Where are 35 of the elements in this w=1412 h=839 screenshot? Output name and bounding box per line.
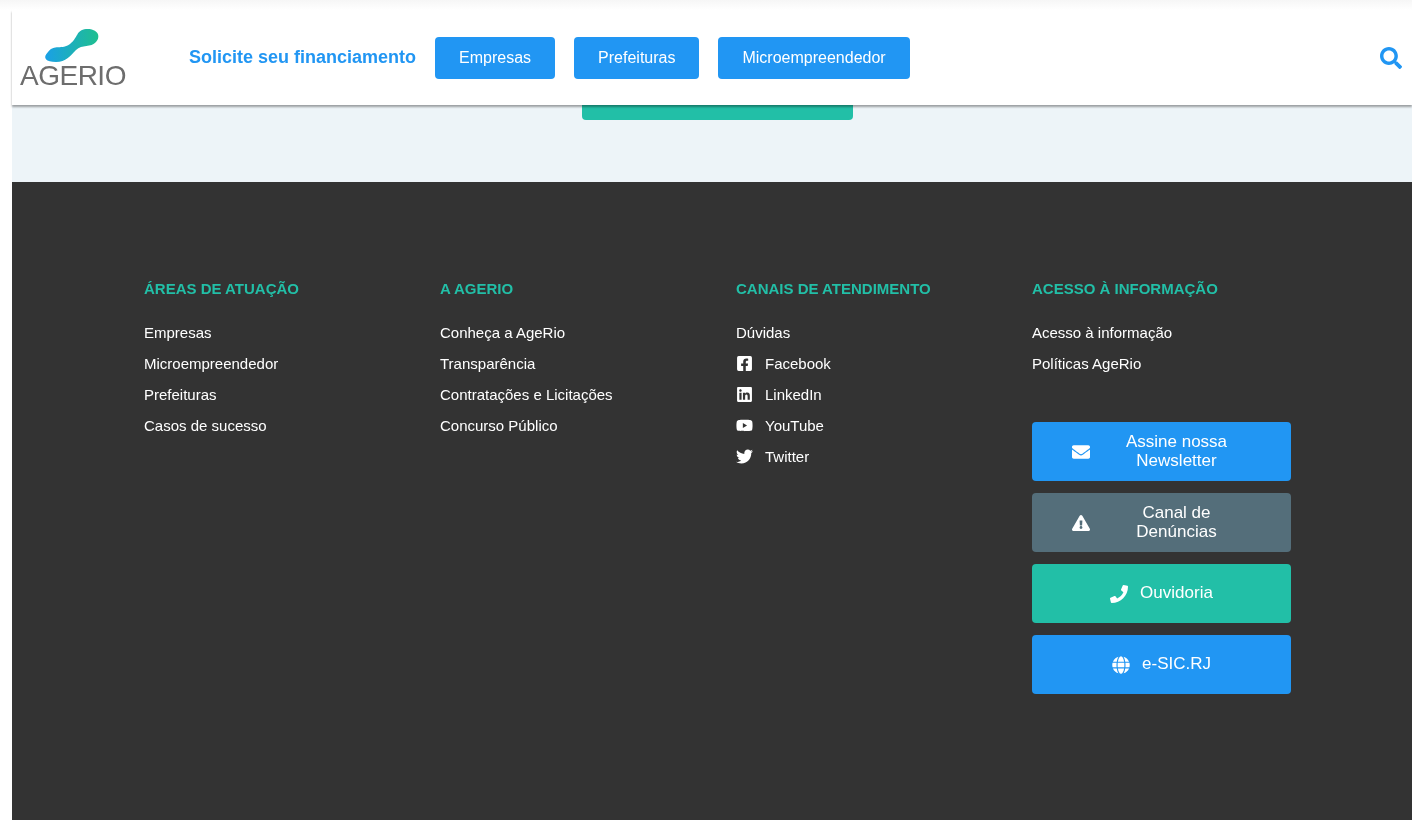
footer-link[interactable]: Concurso Público xyxy=(440,410,558,441)
footer-link[interactable]: Microempreendedor xyxy=(144,348,279,379)
youtube-icon xyxy=(736,417,753,434)
social-link[interactable]: LinkedIn xyxy=(736,379,822,410)
social-label: Twitter xyxy=(765,448,810,465)
column-heading: ÁREAS DE ATUAÇÃO xyxy=(144,280,299,297)
footer-link[interactable]: Políticas AgeRio xyxy=(1032,348,1142,379)
footer-link[interactable]: Conheça a AgeRio xyxy=(440,317,566,348)
footer-link[interactable]: Dúvidas xyxy=(736,317,791,348)
search-icon[interactable] xyxy=(1380,46,1402,69)
social-link[interactable]: YouTube xyxy=(736,410,824,441)
social-link[interactable]: Facebook xyxy=(736,348,831,379)
globe-icon xyxy=(1112,655,1130,674)
social-link[interactable]: Twitter xyxy=(736,441,810,472)
linkedin-icon xyxy=(736,386,753,403)
warning-icon xyxy=(1072,513,1090,532)
phone-icon xyxy=(1110,584,1129,603)
footer-link[interactable]: Transparência xyxy=(440,348,536,379)
social-label: Facebook xyxy=(765,355,831,372)
logo-text: AGERIO xyxy=(20,61,126,90)
social-label: YouTube xyxy=(765,417,824,434)
social-label: LinkedIn xyxy=(765,386,822,403)
footer-link[interactable]: Empresas xyxy=(144,317,212,348)
column-heading: ACESSO À INFORMAÇÃO xyxy=(1032,280,1218,297)
footer-link[interactable]: Casos de sucesso xyxy=(144,410,267,441)
footer-link[interactable]: Prefeituras xyxy=(144,379,217,410)
column-heading: A AGERIO xyxy=(440,280,514,297)
envelope-icon xyxy=(1072,442,1090,461)
column-heading: CANAIS DE ATENDIMENTO xyxy=(736,280,931,297)
twitter-icon xyxy=(736,448,753,465)
facebook-icon xyxy=(736,355,753,372)
financing-prompt: Solicite seu financiamento xyxy=(189,47,417,68)
footer-link[interactable]: Contratações e Licitações xyxy=(440,379,613,410)
action-button[interactable]: Canal de Denúncias xyxy=(1032,493,1291,552)
footer-link[interactable]: Acesso à informação xyxy=(1032,317,1173,348)
